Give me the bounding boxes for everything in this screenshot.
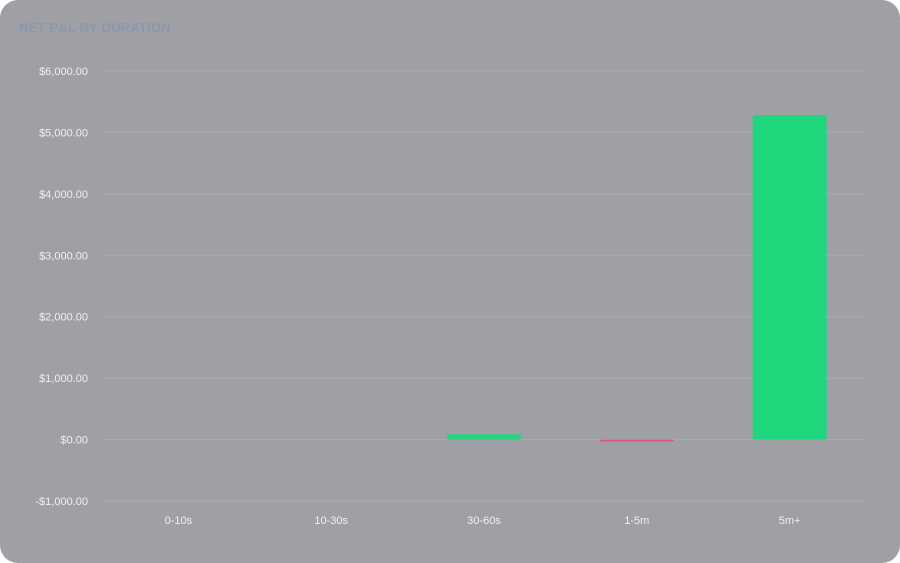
y-axis-tick-labels: $6,000.00 $5,000.00 $4,000.00 $3,000.00 $2,0… [35, 66, 88, 508]
bar-1-5m[interactable] [599, 439, 674, 442]
y-tick-label: $0.00 [60, 435, 88, 447]
bars [447, 115, 827, 442]
bar-5m+[interactable] [752, 115, 827, 440]
bar-30-60s[interactable] [447, 434, 521, 440]
y-tick-label: $6,000.00 [39, 66, 88, 78]
y-tick-label: $3,000.00 [39, 250, 88, 262]
x-tick-label: 30-60s [467, 515, 501, 527]
bar-chart: $6,000.00 $5,000.00 $4,000.00 $3,000.00 $2,0… [35, 66, 866, 527]
y-tick-label: -$1,000.00 [35, 496, 88, 508]
x-tick-label: 10-30s [314, 515, 348, 527]
chart-card: NET P&L BY DURATION $6,000.00 $5,000.00 $4… [0, 0, 900, 563]
y-tick-label: $1,000.00 [39, 373, 88, 385]
y-tick-label: $2,000.00 [39, 312, 88, 324]
x-axis-tick-labels: 0-10s 10-30s 30-60s 1-5m 5m+ [165, 515, 801, 527]
x-tick-label: 0-10s [165, 515, 193, 527]
y-tick-label: $4,000.00 [39, 189, 88, 201]
y-tick-label: $5,000.00 [39, 127, 88, 139]
x-tick-label: 1-5m [624, 515, 649, 527]
x-tick-label: 5m+ [779, 515, 801, 527]
